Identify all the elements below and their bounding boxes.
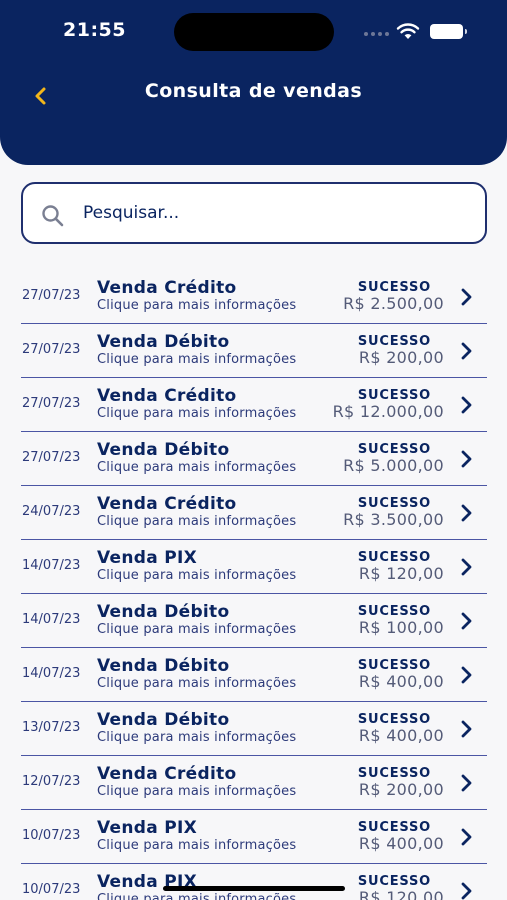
home-indicator: [163, 886, 345, 891]
sale-amount: R$ 120,00: [358, 564, 444, 583]
sale-type: Venda Crédito: [97, 764, 237, 784]
sale-row[interactable]: 10/07/23 Venda PIX Clique para mais info…: [0, 810, 507, 864]
sale-amount: R$ 400,00: [358, 672, 444, 691]
sale-status: SUCESSO: [357, 874, 431, 889]
sale-type: Venda Débito: [97, 656, 230, 676]
chevron-right-icon[interactable]: [459, 287, 475, 307]
sale-status: SUCESSO: [357, 712, 431, 727]
sale-subtitle: Clique para mais informações: [97, 838, 297, 853]
sale-row[interactable]: 14/07/23 Venda Débito Clique para mais i…: [0, 648, 507, 702]
sale-subtitle: Clique para mais informações: [97, 298, 297, 313]
wifi-icon: [396, 23, 420, 39]
page-title: Consulta de vendas: [144, 80, 363, 102]
sale-subtitle: Clique para mais informações: [97, 784, 297, 799]
chevron-right-icon[interactable]: [459, 719, 475, 739]
sale-amount: R$ 3.500,00: [343, 510, 444, 529]
search-input[interactable]: [83, 198, 463, 228]
sale-type: Venda Crédito: [97, 278, 237, 298]
sale-row[interactable]: 27/07/23 Venda Débito Clique para mais i…: [0, 432, 507, 486]
sale-subtitle: Clique para mais informações: [97, 406, 297, 421]
sale-row[interactable]: 24/07/23 Venda Crédito Clique para mais …: [0, 486, 507, 540]
sale-subtitle: Clique para mais informações: [97, 622, 297, 637]
sale-type: Venda PIX: [97, 818, 198, 838]
app-header: 21:55 Consulta de vendas: [0, 0, 507, 165]
search-box[interactable]: [21, 182, 487, 244]
sale-subtitle: Clique para mais informações: [97, 568, 297, 583]
chevron-right-icon[interactable]: [459, 665, 475, 685]
sale-row[interactable]: 27/07/23 Venda Crédito Clique para mais …: [0, 378, 507, 432]
sale-amount: R$ 100,00: [358, 618, 444, 637]
sale-status: SUCESSO: [357, 388, 431, 403]
sale-row[interactable]: 27/07/23 Venda Débito Clique para mais i…: [0, 324, 507, 378]
sale-date: 10/07/23: [22, 828, 81, 843]
chevron-right-icon[interactable]: [459, 611, 475, 631]
sale-subtitle: Clique para mais informações: [97, 892, 297, 900]
sale-type: Venda PIX: [97, 548, 198, 568]
sale-status: SUCESSO: [357, 658, 431, 673]
chevron-right-icon[interactable]: [459, 557, 475, 577]
sale-amount: R$ 2.500,00: [343, 294, 444, 313]
sale-row[interactable]: 12/07/23 Venda Crédito Clique para mais …: [0, 756, 507, 810]
sale-date: 24/07/23: [22, 504, 81, 519]
chevron-right-icon[interactable]: [459, 827, 475, 847]
sale-subtitle: Clique para mais informações: [97, 460, 297, 475]
sale-row[interactable]: 14/07/23 Venda Débito Clique para mais i…: [0, 594, 507, 648]
sale-type: Venda Débito: [97, 440, 230, 460]
sale-date: 10/07/23: [22, 882, 81, 897]
sale-subtitle: Clique para mais informações: [97, 676, 297, 691]
chevron-right-icon[interactable]: [459, 503, 475, 523]
battery-icon: [430, 24, 467, 39]
chevron-right-icon[interactable]: [459, 395, 475, 415]
sale-type: Venda Débito: [97, 332, 230, 352]
sale-status: SUCESSO: [357, 604, 431, 619]
dynamic-island: [174, 13, 334, 51]
sale-amount: R$ 200,00: [358, 780, 444, 799]
sale-date: 12/07/23: [22, 774, 81, 789]
sale-row[interactable]: 14/07/23 Venda PIX Clique para mais info…: [0, 540, 507, 594]
search-icon: [42, 205, 64, 227]
status-time: 21:55: [63, 19, 126, 41]
chevron-right-icon[interactable]: [459, 341, 475, 361]
cellular-signal-icon: [364, 32, 389, 36]
sale-date: 27/07/23: [22, 396, 81, 411]
sale-type: Venda Débito: [97, 602, 230, 622]
sale-status: SUCESSO: [357, 820, 431, 835]
sale-subtitle: Clique para mais informações: [97, 730, 297, 745]
chevron-right-icon[interactable]: [459, 449, 475, 469]
sale-status: SUCESSO: [357, 550, 431, 565]
sale-subtitle: Clique para mais informações: [97, 352, 297, 367]
sale-row[interactable]: 10/07/23 Venda PIX Clique para mais info…: [0, 864, 507, 900]
sale-type: Venda Crédito: [97, 386, 237, 406]
sale-amount: R$ 12.000,00: [332, 402, 444, 421]
sales-list: 27/07/23 Venda Crédito Clique para mais …: [0, 270, 507, 900]
sale-date: 13/07/23: [22, 720, 81, 735]
chevron-right-icon[interactable]: [459, 881, 475, 900]
sale-date: 14/07/23: [22, 612, 81, 627]
sale-type: Venda Crédito: [97, 494, 237, 514]
sale-amount: R$ 120,00: [358, 888, 444, 900]
sale-status: SUCESSO: [357, 766, 431, 781]
sale-date: 27/07/23: [22, 288, 81, 303]
sale-status: SUCESSO: [357, 280, 431, 295]
sale-date: 14/07/23: [22, 666, 81, 681]
sale-status: SUCESSO: [357, 334, 431, 349]
sale-subtitle: Clique para mais informações: [97, 514, 297, 529]
sale-amount: R$ 400,00: [358, 834, 444, 853]
chevron-right-icon[interactable]: [459, 773, 475, 793]
sale-status: SUCESSO: [357, 496, 431, 511]
sale-row[interactable]: 27/07/23 Venda Crédito Clique para mais …: [0, 270, 507, 324]
sale-amount: R$ 400,00: [358, 726, 444, 745]
sale-date: 14/07/23: [22, 558, 81, 573]
sale-status: SUCESSO: [357, 442, 431, 457]
sale-amount: R$ 200,00: [358, 348, 444, 367]
sale-type: Venda Débito: [97, 710, 230, 730]
sale-amount: R$ 5.000,00: [343, 456, 444, 475]
sale-row[interactable]: 13/07/23 Venda Débito Clique para mais i…: [0, 702, 507, 756]
sale-date: 27/07/23: [22, 342, 81, 357]
sale-date: 27/07/23: [22, 450, 81, 465]
